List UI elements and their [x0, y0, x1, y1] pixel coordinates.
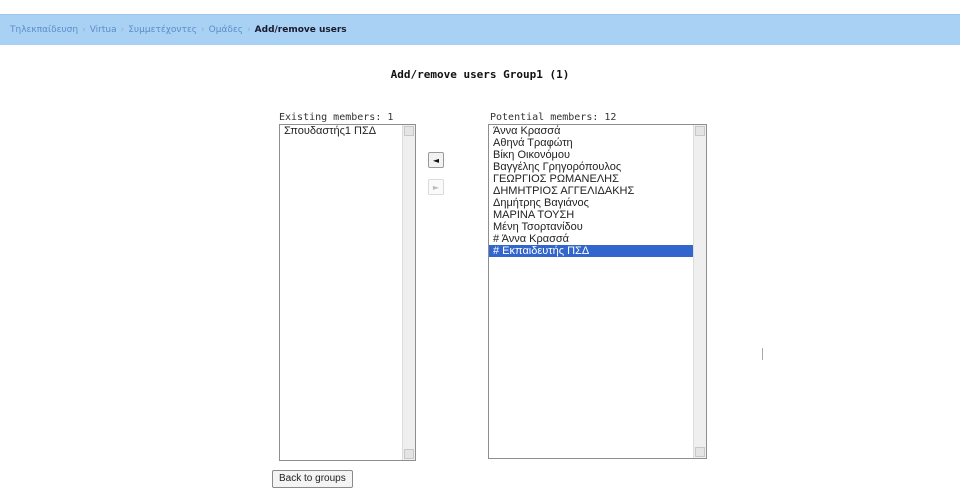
- remove-member-button[interactable]: ►: [428, 179, 444, 195]
- back-to-groups-button[interactable]: Back to groups: [272, 470, 353, 488]
- potential-member-option[interactable]: Βαγγέλης Γρηγορόπουλος: [489, 161, 706, 173]
- potential-member-option[interactable]: Άννα Κρασσά: [489, 125, 706, 137]
- potential-members-label: Potential members: 12: [490, 112, 617, 123]
- potential-member-option[interactable]: # Άννα Κρασσά: [489, 233, 706, 245]
- potential-member-option[interactable]: ΔΗΜΗΤΡΙΟΣ ΑΓΓΕΛΙΔΑΚΗΣ: [489, 185, 706, 197]
- breadcrumb: Τηλεκπαίδευση › Virtua › Συμμετέχοντες › Ομάδε…: [10, 25, 347, 35]
- potential-member-option[interactable]: Βίκη Οικονόμου: [489, 149, 706, 161]
- existing-members-label: Existing members: 1: [279, 112, 394, 123]
- potential-member-option[interactable]: ΓΕΩΡΓΙΟΣ ΡΩΜΑΝΕΛΗΣ: [489, 173, 706, 185]
- breadcrumb-separator: ›: [82, 25, 86, 35]
- breadcrumb-item-participants[interactable]: Συμμετέχοντες: [128, 25, 197, 35]
- breadcrumb-item-course[interactable]: Virtua: [90, 25, 117, 35]
- arrow-right-icon: ►: [432, 182, 440, 192]
- page-title: Add/remove users Group1 (1): [390, 68, 570, 81]
- existing-list-scrollbar[interactable]: [402, 125, 415, 460]
- scroll-down-icon[interactable]: [404, 449, 414, 459]
- potential-members-list[interactable]: Άννα Κρασσά Αθηνά Τραφώτη Βίκη Οικονόμου Βα…: [488, 124, 707, 459]
- scroll-down-icon[interactable]: [695, 447, 705, 457]
- scroll-up-icon[interactable]: [404, 126, 414, 136]
- breadcrumb-bar: Τηλεκπαίδευση › Virtua › Συμμετέχοντες › Ομάδε…: [0, 14, 960, 45]
- breadcrumb-separator: ›: [120, 25, 125, 35]
- scroll-up-icon[interactable]: [695, 126, 705, 136]
- potential-member-option[interactable]: ΜΑΡΙΝΑ ΤΟΥΣΗ: [489, 209, 706, 221]
- add-member-button[interactable]: ◄: [428, 152, 444, 168]
- existing-member-option[interactable]: Σπουδαστής1 ΠΣΔ: [280, 125, 415, 137]
- potential-member-option[interactable]: Μένη Τσορτανίδου: [489, 221, 706, 233]
- breadcrumb-item-groups[interactable]: Ομάδες: [209, 25, 243, 35]
- text-cursor-icon: [762, 348, 763, 360]
- existing-members-list[interactable]: Σπουδαστής1 ΠΣΔ: [279, 124, 416, 461]
- breadcrumb-separator: ›: [247, 25, 251, 35]
- breadcrumb-separator: ›: [201, 25, 205, 35]
- potential-member-option[interactable]: # Εκπαιδευτής ΠΣΔ: [489, 245, 706, 257]
- potential-member-option[interactable]: Δημήτρης Βαγιάνος: [489, 197, 706, 209]
- potential-member-option[interactable]: Αθηνά Τραφώτη: [489, 137, 706, 149]
- arrow-left-icon: ◄: [432, 155, 440, 165]
- breadcrumb-item-teleeducation[interactable]: Τηλεκπαίδευση: [10, 25, 78, 35]
- potential-list-scrollbar[interactable]: [693, 125, 706, 458]
- breadcrumb-item-current: Add/remove users: [254, 25, 347, 35]
